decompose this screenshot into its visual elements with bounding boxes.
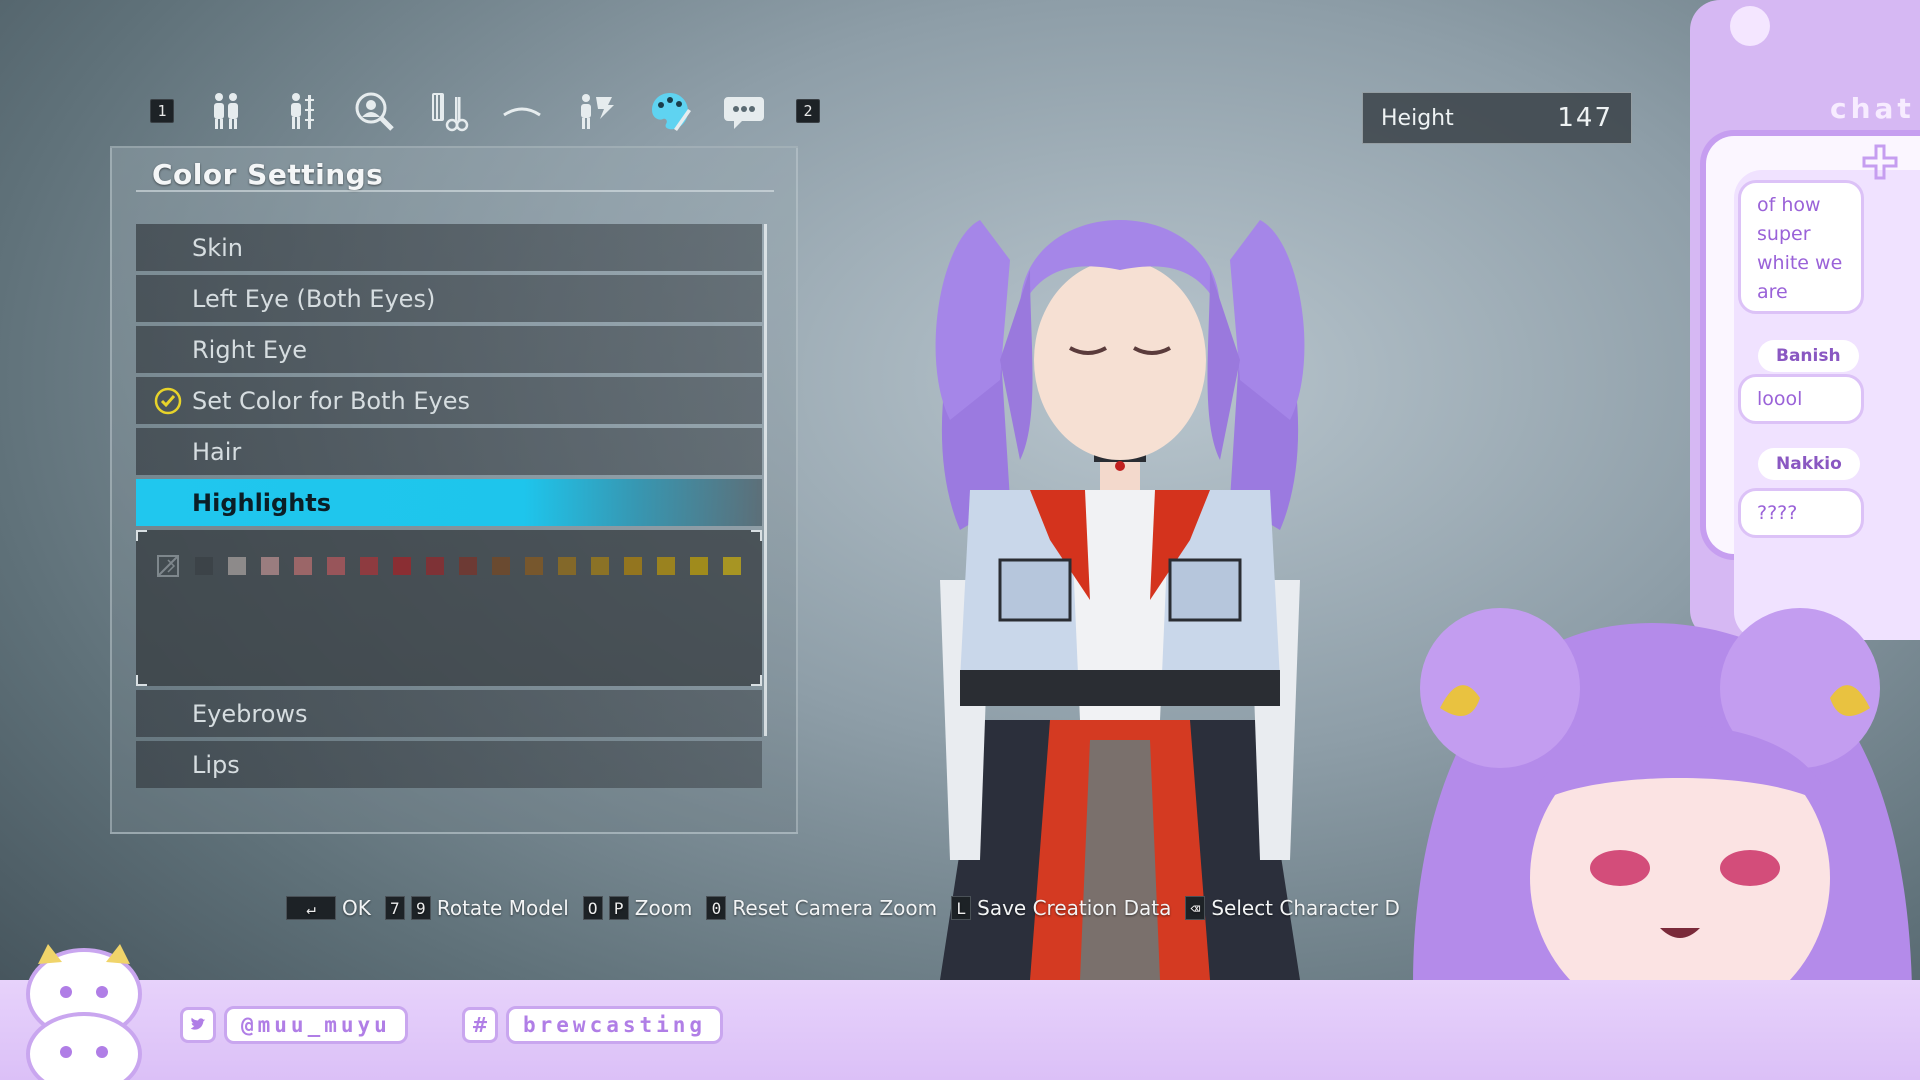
body-type-icon[interactable] (204, 89, 248, 133)
option-left-eye[interactable]: Left Eye (Both Eyes) (136, 275, 762, 322)
twitter-tag[interactable]: @muu_muyu (180, 1004, 408, 1046)
check-circle-icon (154, 387, 182, 415)
list-scrollbar[interactable] (764, 224, 767, 736)
next-category-key[interactable]: 2 (796, 99, 820, 123)
hint-zoom[interactable]: O P Zoom (582, 896, 693, 920)
option-eyebrows[interactable]: Eyebrows (136, 690, 762, 737)
hashtag-text: brewcasting (506, 1006, 724, 1044)
color-palette (136, 530, 762, 686)
color-swatch[interactable] (327, 557, 345, 575)
prev-category-key[interactable]: 1 (150, 99, 174, 123)
color-swatch[interactable] (393, 557, 411, 575)
key-icon: ↵ (286, 896, 336, 920)
color-swatch[interactable] (459, 557, 477, 575)
frame-corner (136, 530, 147, 541)
sparkle-icon (1862, 144, 1898, 180)
hint-label: Select Character D (1211, 896, 1400, 920)
key-hints-bar: ↵ OK 7 9 Rotate Model O P Zoom 0 Reset Camera Zoo… (286, 896, 1400, 920)
option-label: Eyebrows (192, 699, 308, 728)
color-swatch[interactable] (690, 557, 708, 575)
option-label: Set Color for Both Eyes (192, 386, 470, 415)
option-label: Highlights (192, 488, 332, 517)
color-swatch[interactable] (525, 557, 543, 575)
hint-label: Save Creation Data (977, 896, 1172, 920)
hashtag-icon: # (462, 1007, 498, 1043)
frame-corner (751, 530, 762, 541)
hairstyle-icon[interactable] (426, 89, 470, 133)
key-icon: ⌫ (1185, 896, 1206, 920)
twitter-handle: @muu_muyu (224, 1006, 408, 1044)
color-swatch[interactable] (195, 557, 213, 575)
character-model[interactable] (880, 160, 1360, 980)
option-right-eye[interactable]: Right Eye (136, 326, 762, 373)
key-icon: P (608, 896, 629, 920)
key-icon: O (582, 896, 603, 920)
palette-icon[interactable] (648, 89, 692, 133)
color-settings-panel: Color Settings Skin Left Eye (Both Eyes)… (110, 146, 798, 834)
option-lips[interactable]: Lips (136, 741, 762, 788)
key-icon: L (951, 896, 972, 920)
option-skin[interactable]: Skin (136, 224, 762, 271)
no-color-icon[interactable] (156, 554, 180, 578)
option-hair[interactable]: Hair (136, 428, 762, 475)
hint-reset-camera-zoom[interactable]: 0 Reset Camera Zoom (706, 896, 937, 920)
title-divider (136, 190, 774, 192)
hint-ok[interactable]: ↵ OK (286, 896, 371, 920)
chat-message: of how super white we are (1738, 180, 1864, 314)
decor-dot (1730, 6, 1770, 46)
swatch-row (156, 554, 741, 578)
option-label: Right Eye (192, 335, 307, 364)
color-swatch[interactable] (558, 557, 576, 575)
color-swatch[interactable] (261, 557, 279, 575)
height-value: 147 (1557, 103, 1613, 133)
option-label: Left Eye (Both Eyes) (192, 284, 436, 313)
option-highlights[interactable]: Highlights (136, 479, 762, 526)
mascot-icon (26, 944, 142, 1080)
chat-message: loool (1738, 374, 1864, 424)
color-option-list: Skin Left Eye (Both Eyes) Right Eye Set … (136, 224, 762, 792)
frame-corner (751, 675, 762, 686)
chat-message: ???? (1738, 488, 1864, 538)
option-label: Hair (192, 437, 242, 466)
color-swatch[interactable] (360, 557, 378, 575)
category-bar: 1 2 (150, 86, 820, 136)
hint-save-creation-data[interactable]: L Save Creation Data (951, 896, 1171, 920)
hint-rotate-model[interactable]: 7 9 Rotate Model (384, 896, 569, 920)
accessory-icon[interactable] (574, 89, 618, 133)
key-icon: 7 (384, 896, 405, 920)
color-swatch[interactable] (591, 557, 609, 575)
panel-title: Color Settings (152, 158, 384, 191)
key-icon: 9 (410, 896, 431, 920)
color-swatch[interactable] (294, 557, 312, 575)
color-swatch[interactable] (657, 557, 675, 575)
height-label: Height (1381, 106, 1454, 131)
eyebrow-icon[interactable] (500, 89, 544, 133)
hint-label: Zoom (634, 896, 693, 920)
height-readout: Height 147 (1362, 92, 1632, 144)
color-swatch[interactable] (723, 557, 741, 575)
color-swatch[interactable] (492, 557, 510, 575)
speech-bubble-icon[interactable] (722, 89, 766, 133)
chat-username: Banish (1758, 340, 1859, 372)
color-swatch[interactable] (228, 557, 246, 575)
hint-label: Reset Camera Zoom (732, 896, 938, 920)
face-search-icon[interactable] (352, 89, 396, 133)
option-set-both-eyes[interactable]: Set Color for Both Eyes (136, 377, 762, 424)
hint-select-character-d[interactable]: ⌫ Select Character D (1185, 896, 1400, 920)
chat-header: chat (1830, 92, 1915, 125)
option-label: Skin (192, 233, 244, 262)
option-label: Lips (192, 750, 240, 779)
color-swatch[interactable] (426, 557, 444, 575)
hashtag-tag[interactable]: # brewcasting (462, 1004, 724, 1046)
hint-label: Rotate Model (436, 896, 569, 920)
chat-username: Nakkio (1758, 448, 1860, 480)
key-icon: 0 (706, 896, 727, 920)
color-swatch[interactable] (624, 557, 642, 575)
twitter-icon (180, 1007, 216, 1043)
body-shape-icon[interactable] (278, 89, 322, 133)
frame-corner (136, 675, 147, 686)
hint-label: OK (342, 896, 371, 920)
